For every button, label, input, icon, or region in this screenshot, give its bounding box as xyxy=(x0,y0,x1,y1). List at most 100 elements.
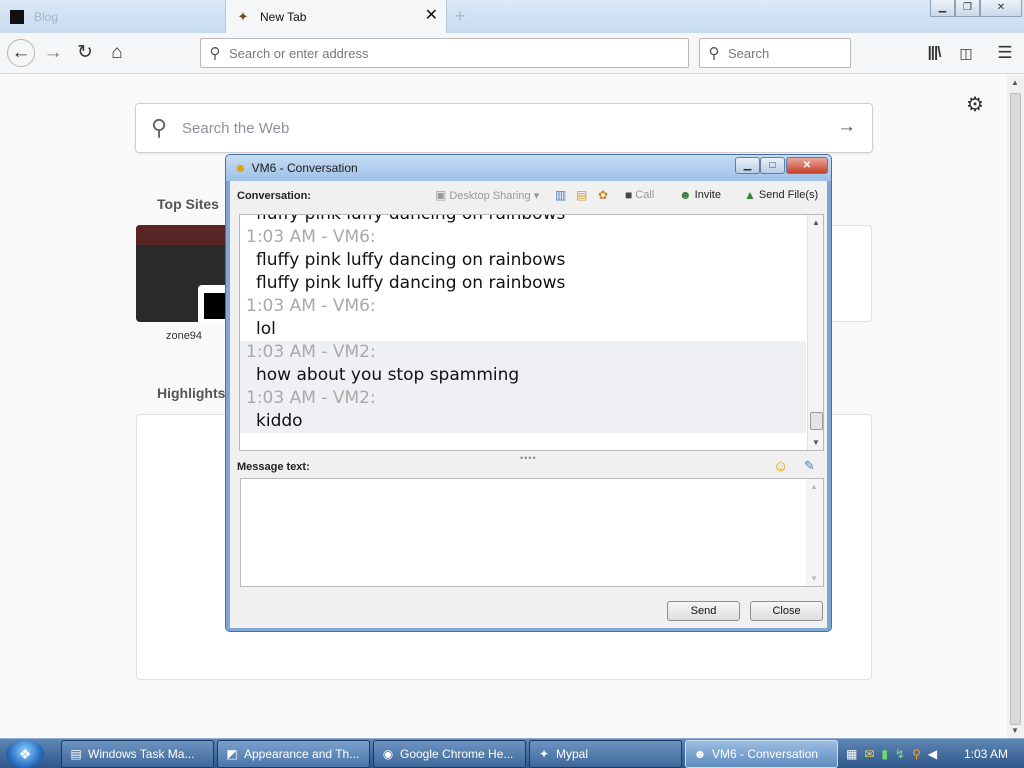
mypal-favicon-icon: ✦ xyxy=(237,8,249,24)
message-block: 1:03 AM - VM2: kiddo xyxy=(240,387,806,433)
message-text-label: Message text: xyxy=(237,461,310,473)
search-icon[interactable]: ⚲ xyxy=(912,747,921,761)
web-search-placeholder: Search the Web xyxy=(182,119,290,137)
desktop-sharing-label: Desktop Sharing ▾ xyxy=(449,189,540,202)
send-files-label: Send File(s) xyxy=(758,189,819,201)
window-maximize-button[interactable]: ❐ xyxy=(955,0,980,17)
highlights-title[interactable]: Highlights xyxy=(157,385,225,401)
scroll-up-icon[interactable]: ▲ xyxy=(810,482,818,491)
add-user-icon: ☻ xyxy=(679,188,692,202)
window-title: VM6 - Conversation xyxy=(251,161,358,175)
close-window-button[interactable]: ✕ xyxy=(786,157,828,174)
scroll-up-icon[interactable]: ▲ xyxy=(1011,78,1019,87)
video-camera-icon: ■ xyxy=(625,188,633,202)
tab-blog[interactable]: Blog xyxy=(0,0,225,33)
tab-new-tab[interactable]: ✦ New Tab ✕ xyxy=(225,0,447,33)
message-input[interactable]: ▲ ▼ xyxy=(240,478,824,587)
keyboard-icon[interactable]: ▦ xyxy=(846,747,857,761)
taskbar-item-label: Google Chrome He... xyxy=(400,747,514,761)
scroll-down-icon[interactable]: ▼ xyxy=(1011,726,1019,735)
monitor-icon: ▣ xyxy=(435,188,447,202)
puzzle-icon: ✿ xyxy=(598,188,609,202)
sidebar-toggle-button[interactable]: ◫ xyxy=(953,40,979,66)
minimize-button[interactable]: ▁ xyxy=(735,157,760,174)
send-file-icon: ▲ xyxy=(744,188,756,202)
home-button[interactable]: ⌂ xyxy=(104,40,130,66)
message-scrollbar[interactable]: ▲ ▼ xyxy=(806,479,823,586)
conversation-log[interactable]: fluffy pink luffy dancing on rainbows 1:… xyxy=(239,214,824,451)
contacts-button[interactable]: ▤ xyxy=(576,188,590,202)
start-button[interactable]: ❖ xyxy=(6,740,44,768)
conversation-title-bar[interactable]: ☻ VM6 - Conversation ▁ □ ✕ xyxy=(226,155,831,181)
notes-button[interactable]: ▥ xyxy=(555,188,569,202)
scroll-down-icon[interactable]: ▼ xyxy=(812,438,820,447)
call-label: Call xyxy=(635,189,655,201)
tab-label: Blog xyxy=(34,9,59,24)
taskbar-item-label: Appearance and Th... xyxy=(244,747,360,761)
battery-icon[interactable]: ▮ xyxy=(881,747,888,761)
send-button[interactable]: Send xyxy=(667,601,740,621)
message-line: how about you stop spamming xyxy=(256,365,520,385)
send-files-button[interactable]: ▲ Send File(s) xyxy=(744,188,818,202)
message-line: fluffy pink luffy dancing on rainbows xyxy=(256,250,566,270)
window-close-button[interactable]: ✕ xyxy=(980,0,1022,17)
conversation-scrollbar[interactable]: ▲ ▼ xyxy=(807,215,823,450)
games-button[interactable]: ✿ xyxy=(598,188,611,202)
invite-button[interactable]: ☻ Invite xyxy=(679,188,721,202)
call-button[interactable]: ■ Call xyxy=(625,188,654,202)
reload-button[interactable]: ↻ xyxy=(72,40,98,66)
search-icon: ⚲ xyxy=(150,115,168,140)
chat-icon[interactable]: ✉ xyxy=(864,747,874,761)
gear-icon[interactable]: ⚙ xyxy=(966,92,984,117)
taskbar-item-mypal[interactable]: ✦ Mypal xyxy=(529,740,682,768)
format-text-icon[interactable]: ✎ xyxy=(804,458,815,474)
tab-close-icon[interactable]: ✕ xyxy=(425,8,438,24)
pane-splitter[interactable]: •••• xyxy=(520,453,537,463)
contact-icon: ☻ xyxy=(693,747,707,761)
message-header: 1:03 AM - VM2: xyxy=(246,342,376,362)
browser-tab-strip: Blog ✦ New Tab ✕ + ▁ ❐ ✕ xyxy=(0,0,1024,33)
taskbar-item-chrome-help[interactable]: ◉ Google Chrome He... xyxy=(373,740,526,768)
network-icon[interactable]: ↯ xyxy=(895,747,905,761)
control-panel-icon: ◩ xyxy=(226,747,238,761)
search-input[interactable]: ⚲ Search xyxy=(699,38,851,68)
message-block: 1:03 AM - VM6: lol xyxy=(240,295,806,341)
maximize-button[interactable]: □ xyxy=(760,157,785,174)
menu-button[interactable]: ☰ xyxy=(992,40,1018,66)
conversation-label: Conversation: xyxy=(237,190,311,202)
taskbar-item-conversation[interactable]: ☻ VM6 - Conversation xyxy=(685,740,838,768)
window-minimize-button[interactable]: ▁ xyxy=(930,0,955,17)
page-scrollbar[interactable]: ▲ ▼ xyxy=(1007,75,1024,738)
taskbar-item-label: Mypal xyxy=(556,747,589,761)
top-site-tile[interactable] xyxy=(136,225,232,322)
back-button[interactable]: ← xyxy=(7,39,35,67)
taskbar-item-label: VM6 - Conversation xyxy=(712,747,819,761)
arrow-right-icon[interactable]: → xyxy=(837,116,856,138)
volume-icon[interactable]: ◀ xyxy=(928,747,937,761)
task-manager-icon: ▤ xyxy=(70,747,82,761)
web-search-box[interactable]: ⚲ Search the Web → xyxy=(135,103,873,153)
taskbar: ❖ ▤ Windows Task Ma... ◩ Appearance and … xyxy=(0,738,1024,768)
conversation-body: Conversation: ▣ Desktop Sharing ▾ ▥ ▤ ✿ … xyxy=(230,181,827,628)
forward-button[interactable]: → xyxy=(40,40,66,66)
library-button[interactable]: |||\ xyxy=(921,40,947,66)
url-input[interactable]: ⚲ Search or enter address xyxy=(200,38,689,68)
conversation-window: ☻ VM6 - Conversation ▁ □ ✕ Conversation:… xyxy=(225,154,832,632)
emoji-icon[interactable]: ☺ xyxy=(773,458,788,475)
scrollbar-thumb[interactable] xyxy=(810,412,823,430)
top-sites-title[interactable]: Top Sites xyxy=(157,196,219,212)
clock[interactable]: 1:03 AM xyxy=(964,747,1008,761)
scroll-down-icon[interactable]: ▼ xyxy=(810,574,818,583)
search-placeholder: Search xyxy=(728,45,770,61)
top-site-label[interactable]: zone94 xyxy=(136,330,232,342)
scroll-up-icon[interactable]: ▲ xyxy=(812,218,820,227)
scrollbar-thumb[interactable] xyxy=(1010,93,1021,725)
message-line: lol xyxy=(256,319,276,339)
taskbar-item-task-manager[interactable]: ▤ Windows Task Ma... xyxy=(61,740,214,768)
taskbar-item-appearance[interactable]: ◩ Appearance and Th... xyxy=(217,740,370,768)
chrome-icon: ◉ xyxy=(382,747,394,761)
desktop-sharing-button[interactable]: ▣ Desktop Sharing ▾ xyxy=(435,188,539,202)
new-tab-button[interactable]: + xyxy=(455,6,466,27)
contact-icon: ☻ xyxy=(234,161,247,175)
close-button[interactable]: Close xyxy=(750,601,823,621)
